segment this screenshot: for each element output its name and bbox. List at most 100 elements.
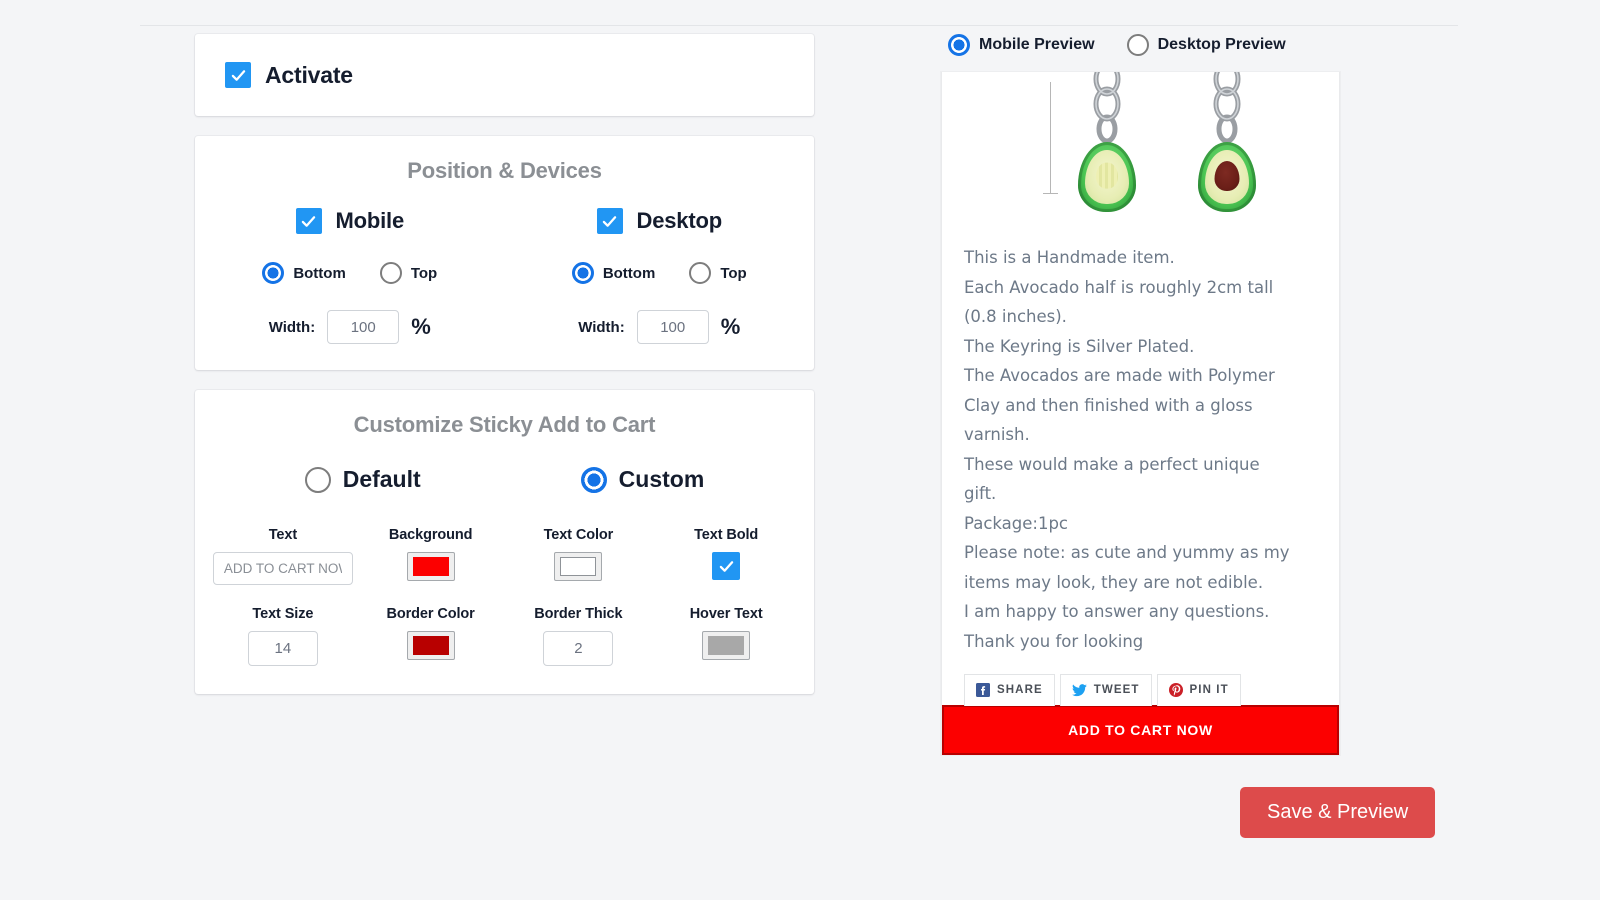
pinterest-share-button[interactable]: PIN IT — [1156, 674, 1241, 706]
desktop-settings-column: Desktop Bottom Top Width: % — [505, 208, 815, 344]
description-line: Please note: as cute and yummy as my — [964, 543, 1290, 562]
product-image — [942, 72, 1339, 235]
description-line: The Keyring is Silver Plated. — [964, 336, 1195, 356]
desktop-width-unit: % — [720, 314, 741, 339]
hover-text-field-label: Hover Text — [689, 606, 763, 622]
description-line: Thank you for looking — [964, 631, 1144, 651]
color-preview — [412, 557, 449, 576]
desktop-position-top-label: Top — [720, 264, 747, 282]
desktop-device-header: Desktop — [505, 208, 815, 234]
border-color-field: Border Color — [357, 606, 505, 666]
mobile-checkbox[interactable] — [295, 208, 322, 234]
radio-icon — [948, 34, 970, 56]
mobile-preview-label: Mobile Preview — [979, 36, 1095, 53]
hover-text-field: Hover Text — [652, 606, 800, 666]
border-thickness-input[interactable] — [543, 631, 614, 666]
radio-icon — [262, 262, 285, 284]
style-default-option[interactable]: Default — [304, 466, 421, 493]
desktop-preview-option[interactable]: Desktop Preview — [1126, 34, 1286, 56]
style-custom-label: Custom — [618, 466, 705, 492]
sticky-add-to-cart-button[interactable]: ADD TO CART NOW — [942, 705, 1339, 755]
background-color-picker[interactable] — [406, 552, 455, 581]
avocado-keyring-right — [1192, 72, 1262, 235]
mobile-label: Mobile — [335, 208, 405, 233]
twitter-share-button[interactable]: TWEET — [1059, 674, 1152, 706]
description-line: (0.8 inches). — [964, 307, 1067, 326]
check-icon — [231, 69, 245, 81]
border-thick-field-label: Border Thick — [534, 606, 623, 622]
scale-bar-icon — [1043, 82, 1058, 194]
mobile-device-header: Mobile — [195, 208, 505, 234]
social-share-bar: SHARE TWEET PIN IT — [942, 660, 1339, 706]
radio-icon — [571, 262, 594, 284]
desktop-position-radio-group: Bottom Top — [505, 262, 815, 284]
facebook-share-button[interactable]: SHARE — [964, 674, 1055, 706]
description-line: Each Avocado half is roughly 2cm tall — [964, 277, 1274, 297]
position-devices-card: Position & Devices Mobile Bottom Top Wid… — [195, 136, 814, 370]
avocado-charm-pit — [1198, 142, 1256, 235]
description-line: varnish. — [964, 425, 1030, 444]
style-custom-option[interactable]: Custom — [580, 466, 705, 493]
description-line: I am happy to answer any questions. — [964, 602, 1270, 621]
description-line: Package:1pc — [964, 513, 1068, 533]
mobile-position-top-label: Top — [410, 264, 438, 282]
radio-icon — [580, 466, 607, 493]
custom-fields-grid: Text Background Text Color Text Bold — [195, 527, 814, 666]
check-icon — [602, 215, 617, 227]
desktop-position-bottom-option[interactable]: Bottom — [571, 262, 656, 284]
radio-icon — [379, 262, 402, 284]
mobile-width-label: Width: — [268, 318, 316, 336]
desktop-position-top-option[interactable]: Top — [689, 262, 747, 284]
check-icon — [719, 560, 733, 572]
customize-sticky-cart-card: Customize Sticky Add to Cart Default Cus… — [195, 390, 814, 694]
style-radio-group: Default Custom — [195, 466, 814, 493]
desktop-width-label: Width: — [578, 318, 625, 336]
settings-column: Activate Position & Devices Mobile Botto… — [195, 34, 814, 694]
mobile-width-input[interactable] — [327, 310, 400, 344]
pinterest-share-label: PIN IT — [1189, 684, 1229, 696]
text-size-field-label: Text Size — [252, 606, 314, 622]
text-size-field: Text Size — [209, 606, 357, 666]
mobile-preview-option[interactable]: Mobile Preview — [948, 34, 1095, 56]
text-field: Text — [209, 527, 357, 586]
mobile-settings-column: Mobile Bottom Top Width: % — [195, 208, 505, 344]
activate-label: Activate — [265, 61, 353, 88]
save-preview-button[interactable]: Save & Preview — [1240, 787, 1436, 838]
desktop-width-input[interactable] — [636, 310, 709, 344]
preview-column: Mobile Preview Desktop Preview This is a… — [941, 34, 1341, 755]
desktop-position-bottom-label: Bottom — [602, 264, 656, 282]
desktop-checkbox[interactable] — [596, 208, 623, 234]
facebook-share-label: SHARE — [997, 684, 1043, 696]
text-bold-field: Text Bold — [652, 527, 800, 586]
chain-icon — [1213, 72, 1241, 144]
customize-card-title: Customize Sticky Add to Cart — [353, 412, 656, 437]
text-color-picker[interactable] — [554, 552, 603, 581]
description-line: gift. — [964, 484, 997, 503]
position-card-title: Position & Devices — [407, 158, 602, 183]
avocado-charm-pale — [1078, 142, 1136, 235]
description-line: These would make a perfect unique — [964, 454, 1260, 474]
mobile-position-top-option[interactable]: Top — [379, 262, 438, 284]
storefront-preview-frame: This is a Handmade item. Each Avocado ha… — [941, 72, 1340, 755]
radio-icon — [304, 466, 331, 493]
facebook-icon — [976, 683, 990, 697]
twitter-share-label: TWEET — [1093, 684, 1140, 696]
description-line: This is a Handmade item. — [964, 248, 1175, 267]
device-columns: Mobile Bottom Top Width: % — [195, 208, 814, 344]
text-color-field: Text Color — [505, 527, 653, 586]
style-default-label: Default — [342, 466, 421, 492]
radio-icon — [689, 262, 712, 284]
cart-text-input[interactable] — [212, 552, 353, 585]
border-color-picker[interactable] — [406, 631, 455, 660]
text-size-input[interactable] — [247, 631, 318, 666]
activate-checkbox[interactable] — [225, 62, 251, 88]
text-bold-checkbox[interactable] — [712, 552, 741, 580]
mobile-position-bottom-option[interactable]: Bottom — [262, 262, 346, 284]
text-bold-field-label: Text Bold — [694, 527, 759, 543]
description-line: items may look, they are not edible. — [964, 572, 1264, 592]
hover-text-color-picker[interactable] — [702, 631, 751, 660]
avocado-keyring-left — [1072, 72, 1142, 235]
top-divider — [140, 25, 1458, 26]
border-thick-field: Border Thick — [505, 606, 653, 666]
chain-icon — [1093, 72, 1121, 144]
